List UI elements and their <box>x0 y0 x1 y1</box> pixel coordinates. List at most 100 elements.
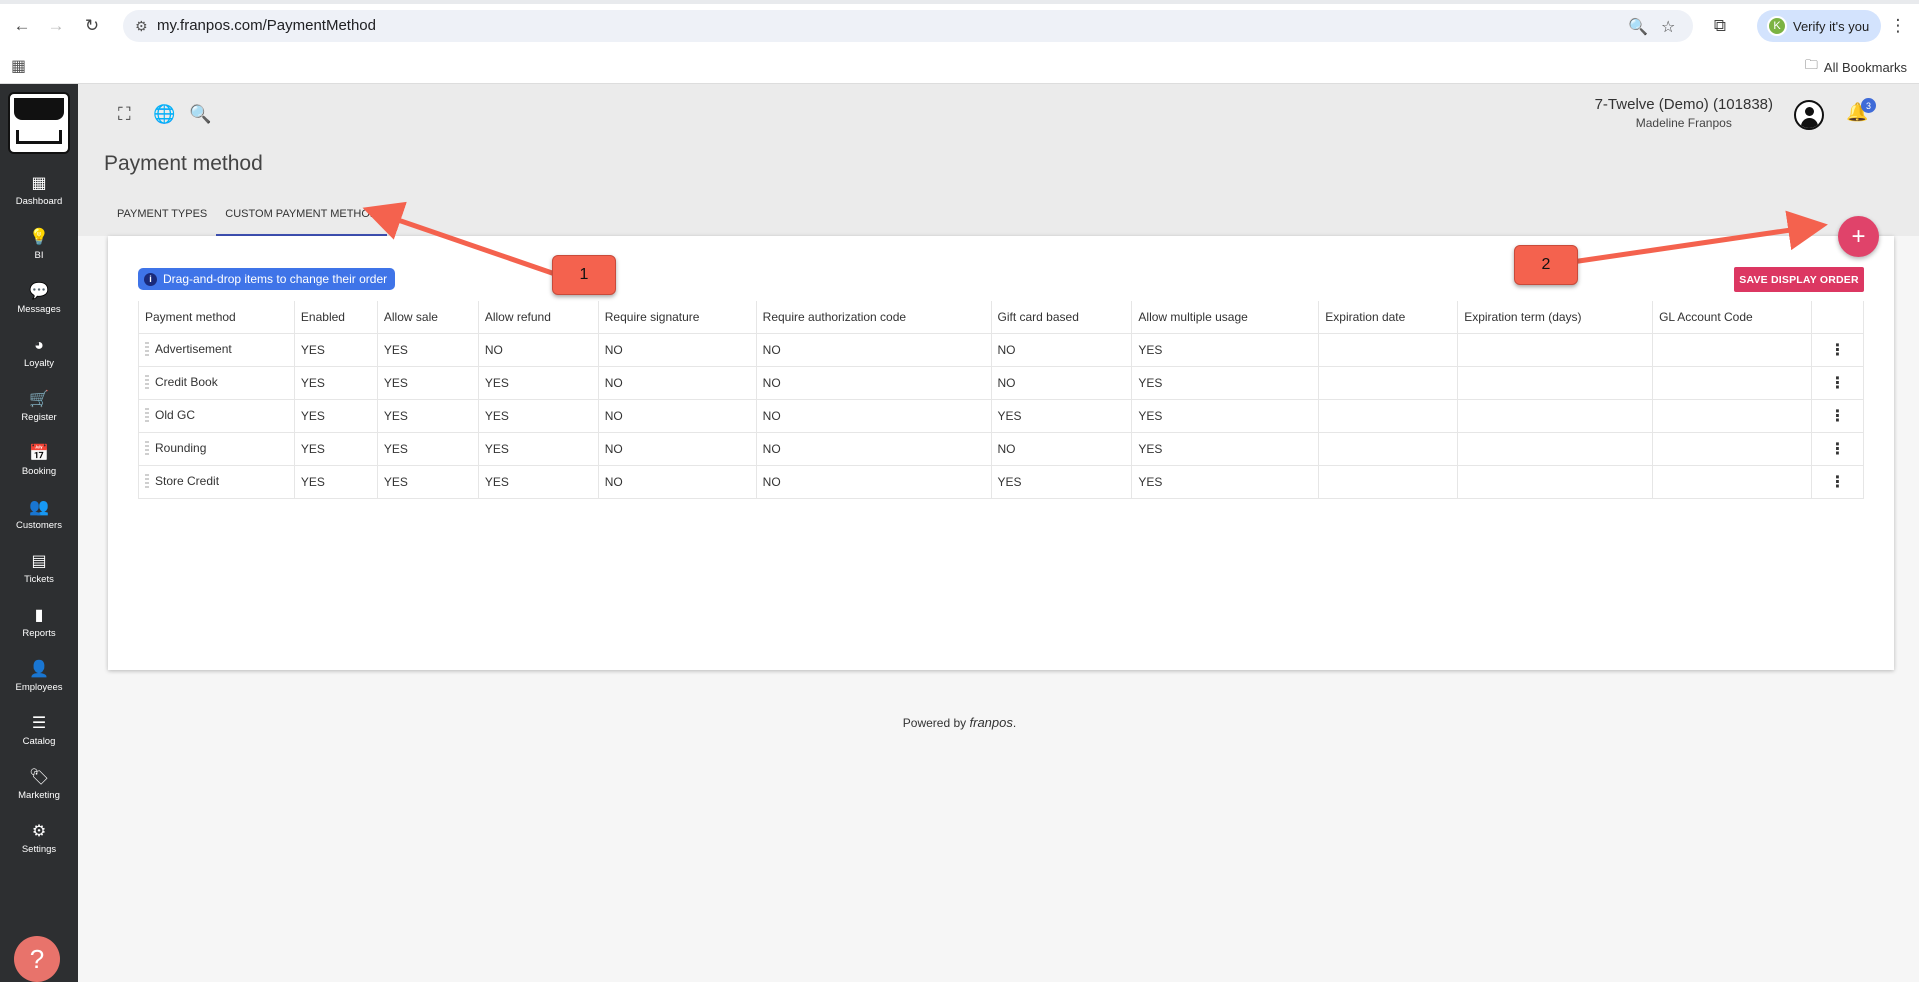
sidebar-item-booking[interactable]: 📅 Booking <box>0 444 78 492</box>
save-display-order-button[interactable]: SAVE DISPLAY ORDER <box>1734 267 1864 292</box>
forward-icon[interactable]: → <box>44 14 68 38</box>
footer-brand[interactable]: franpos <box>970 715 1013 730</box>
org-info[interactable]: 7-Twelve (Demo) (101838) Madeline Franpo… <box>1595 96 1773 130</box>
cell-allow-refund: YES <box>477 365 599 400</box>
drag-handle-icon[interactable] <box>145 440 149 457</box>
site-settings-icon[interactable]: ⚙ <box>135 18 148 35</box>
tickets-icon: ▤ <box>31 553 47 570</box>
help-button[interactable]: ? <box>14 936 60 982</box>
column-header[interactable]: Require authorization code <box>755 301 992 334</box>
add-payment-method-button[interactable]: + <box>1838 216 1879 257</box>
payment-method-cell[interactable]: Credit Book <box>138 365 295 400</box>
extensions-icon[interactable]: ⧉ <box>1708 14 1732 38</box>
sidebar-item-reports[interactable]: ▮ Reports <box>0 606 78 654</box>
search-icon[interactable]: 🔍 <box>189 104 211 125</box>
sidebar-item-bi[interactable]: 💡 BI <box>0 228 78 276</box>
column-header[interactable]: Gift card based <box>990 301 1133 334</box>
address-bar[interactable]: ⚙ my.franpos.com/PaymentMethod 🔍 ☆ <box>123 10 1693 42</box>
payment-method-name: Credit Book <box>155 374 218 389</box>
column-header[interactable]: Allow multiple usage <box>1131 301 1320 334</box>
sidebar-item-loyalty[interactable]: ◕ Loyalty <box>0 336 78 384</box>
tab-payment-types[interactable]: PAYMENT TYPES <box>108 200 216 236</box>
cell-exp-term <box>1457 332 1654 367</box>
back-icon[interactable]: ← <box>10 14 34 38</box>
cell-exp-date <box>1318 398 1459 433</box>
table-row[interactable]: Store Credit YES YES YES NO NO YES YES ⋮ <box>138 464 1865 499</box>
table-row[interactable]: Rounding YES YES YES NO NO NO YES ⋮ <box>138 431 1865 466</box>
sidebar-item-label: Loyalty <box>23 358 55 369</box>
cell-gl-code <box>1652 365 1812 400</box>
apps-grid-icon[interactable]: ▦ <box>11 56 26 76</box>
table-row[interactable]: Credit Book YES YES YES NO NO NO YES ⋮ <box>138 365 1865 400</box>
sidebar-item-dashboard[interactable]: ▦ Dashboard <box>0 174 78 222</box>
payment-method-cell[interactable]: Store Credit <box>138 464 295 499</box>
drag-handle-icon[interactable] <box>145 473 149 490</box>
all-bookmarks[interactable]: 🗀 All Bookmarks <box>1805 56 1907 78</box>
cell-exp-date <box>1318 464 1459 499</box>
row-menu-icon[interactable]: ⋮ <box>1810 365 1865 400</box>
drag-handle-icon[interactable] <box>145 374 149 391</box>
payment-method-cell[interactable]: Old GC <box>138 398 295 433</box>
cell-require-signature: NO <box>597 464 757 499</box>
payment-method-cell[interactable]: Advertisement <box>138 332 295 367</box>
cell-gl-code <box>1652 332 1812 367</box>
messages-icon: 💬 <box>29 283 49 300</box>
cell-allow-sale: YES <box>376 332 479 367</box>
table-row[interactable]: Advertisement YES YES NO NO NO NO YES ⋮ <box>138 332 1865 367</box>
cell-enabled: YES <box>293 365 378 400</box>
row-menu-icon[interactable]: ⋮ <box>1810 464 1865 499</box>
column-header[interactable]: Allow refund <box>477 301 599 334</box>
column-header[interactable]: Payment method <box>138 301 295 334</box>
cell-require-auth: NO <box>755 332 992 367</box>
sidebar-item-employees[interactable]: 👤 Employees <box>0 660 78 708</box>
footer: Powered by franpos. <box>0 715 1919 730</box>
payment-method-cell[interactable]: Rounding <box>138 431 295 466</box>
sidebar-item-customers[interactable]: 👥 Customers <box>0 498 78 546</box>
tab-custom-payment-method[interactable]: CUSTOM PAYMENT METHOD <box>216 200 387 236</box>
star-icon[interactable]: ☆ <box>1661 17 1675 37</box>
user-avatar-icon[interactable] <box>1794 100 1824 130</box>
folder-icon: 🗀 <box>1804 57 1818 72</box>
store-logo[interactable] <box>8 92 70 154</box>
drag-handle-icon[interactable] <box>145 407 149 424</box>
sidebar-item-marketing[interactable]: 🏷 Marketing <box>0 768 78 816</box>
globe-icon[interactable]: 🌐 <box>153 104 175 125</box>
sidebar-item-label: Tickets <box>24 574 54 585</box>
table-row[interactable]: Old GC YES YES YES NO NO YES YES ⋮ <box>138 398 1865 433</box>
column-header[interactable]: Expiration term (days) <box>1457 301 1654 334</box>
dashboard-icon: ▦ <box>31 175 47 192</box>
tab-bar: PAYMENT TYPES CUSTOM PAYMENT METHOD <box>108 200 387 236</box>
drag-handle-icon[interactable] <box>145 341 149 358</box>
cell-exp-term <box>1457 398 1654 433</box>
register-icon: 🛒 <box>29 391 49 408</box>
column-header[interactable]: Enabled <box>293 301 378 334</box>
reload-icon[interactable]: ↻ <box>80 14 104 38</box>
all-bookmarks-label: All Bookmarks <box>1823 59 1907 75</box>
sidebar-item-register[interactable]: 🛒 Register <box>0 390 78 438</box>
callout-1: 1 <box>552 255 616 295</box>
browser-menu-icon[interactable]: ⋮ <box>1886 14 1910 38</box>
logo-base <box>16 130 62 144</box>
booking-icon: 📅 <box>29 445 49 462</box>
payment-method-name: Old GC <box>155 407 196 422</box>
sidebar-item-messages[interactable]: 💬 Messages <box>0 282 78 330</box>
tab-strip <box>0 0 1919 4</box>
row-menu-icon[interactable]: ⋮ <box>1810 332 1865 367</box>
verify-button[interactable]: K Verify it's you <box>1757 10 1881 42</box>
fullscreen-icon[interactable]: ⛶ <box>118 104 131 125</box>
column-header[interactable]: Allow sale <box>376 301 479 334</box>
cell-gl-code <box>1652 431 1812 466</box>
row-menu-icon[interactable]: ⋮ <box>1810 398 1865 433</box>
sidebar-item-tickets[interactable]: ▤ Tickets <box>0 552 78 600</box>
zoom-icon[interactable]: 🔍 <box>1628 17 1648 37</box>
column-header[interactable]: GL Account Code <box>1652 301 1812 334</box>
row-menu-icon[interactable]: ⋮ <box>1810 431 1865 466</box>
verify-label: Verify it's you <box>1793 18 1870 34</box>
column-header[interactable]: Require signature <box>597 301 757 334</box>
column-header[interactable]: Expiration date <box>1318 301 1459 334</box>
sidebar-item-label: Messages <box>17 304 61 315</box>
sidebar-item-label: Customers <box>16 520 62 531</box>
cell-require-signature: NO <box>597 365 757 400</box>
sidebar-item-settings[interactable]: ⚙ Settings <box>0 822 78 870</box>
url-text[interactable]: my.franpos.com/PaymentMethod <box>157 17 376 34</box>
